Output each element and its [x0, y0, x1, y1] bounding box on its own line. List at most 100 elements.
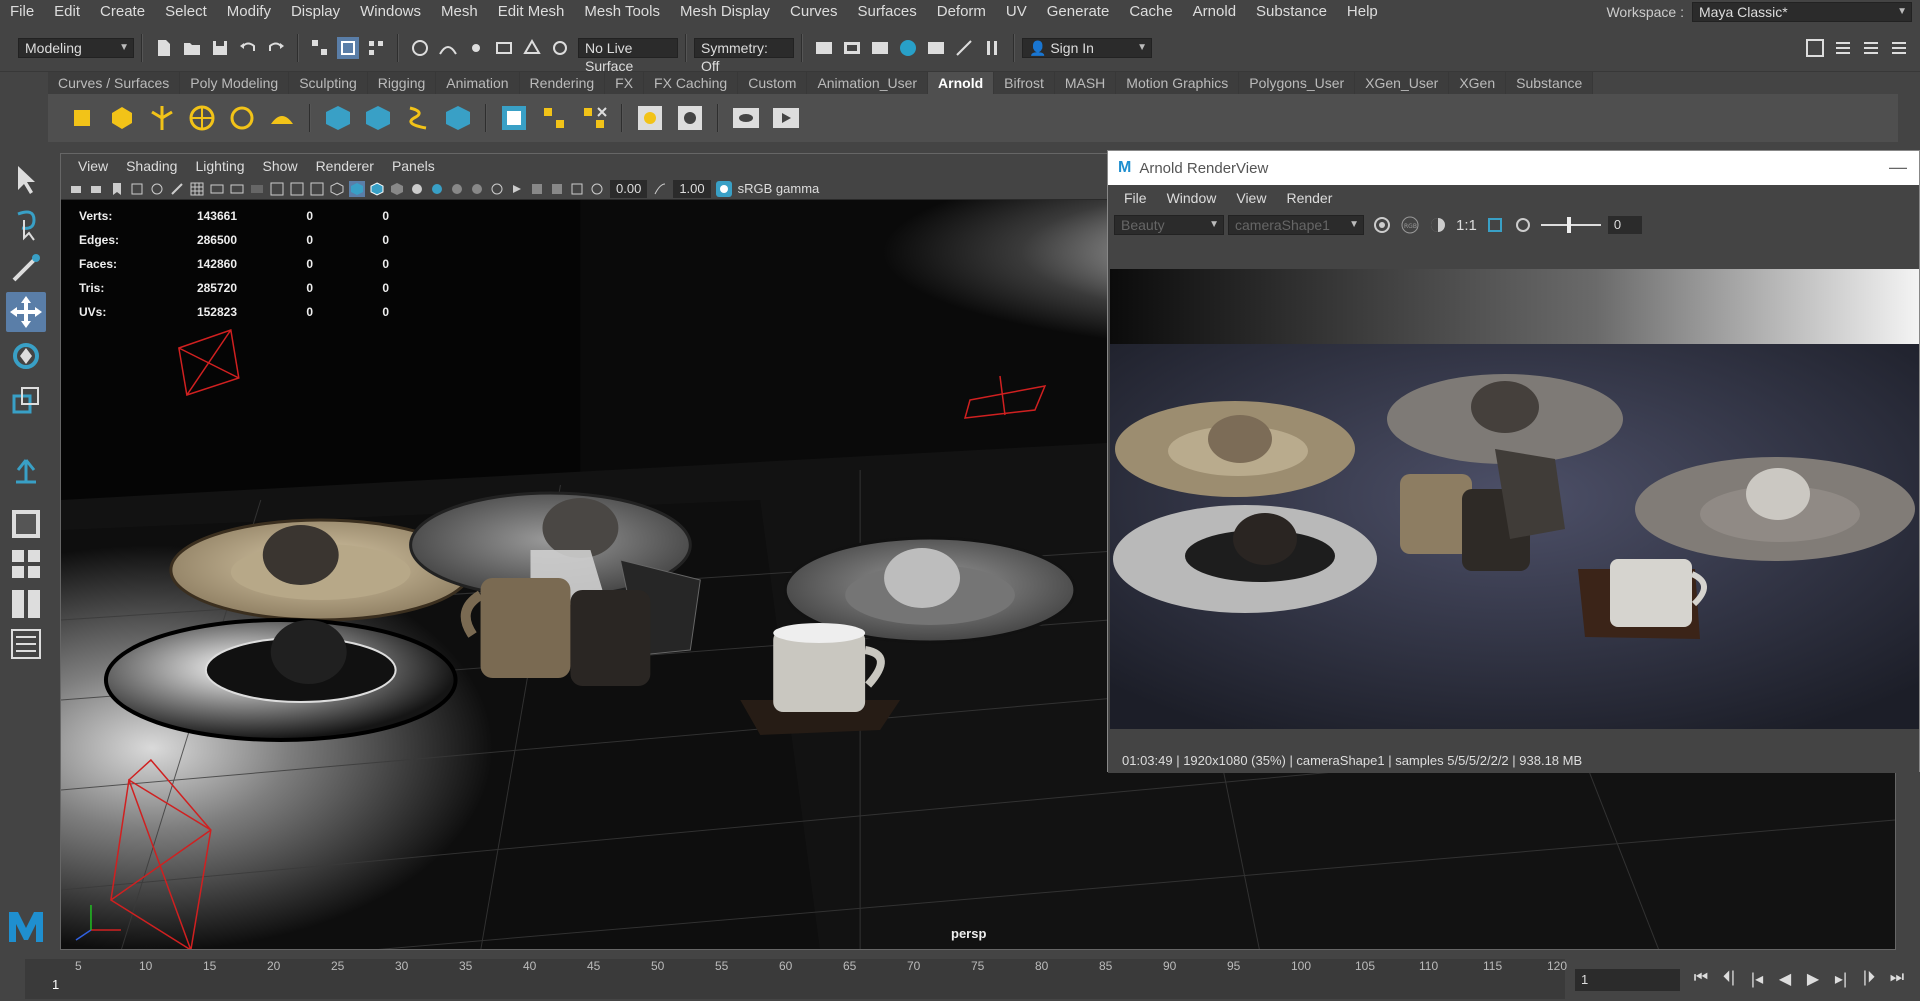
menu-mesh-tools[interactable]: Mesh Tools [574, 0, 670, 24]
texture-manager-icon[interactable] [498, 102, 530, 134]
shelf-tab-mash[interactable]: MASH [1054, 72, 1117, 94]
field-chart-icon[interactable] [269, 181, 285, 197]
shelf-tab-rigging[interactable]: Rigging [367, 72, 437, 94]
gamma-field[interactable]: 1.00 [673, 179, 711, 198]
undo-icon[interactable] [237, 37, 259, 59]
menu-deform[interactable]: Deform [927, 0, 996, 24]
exposure-icon[interactable] [1513, 215, 1533, 235]
menu-display[interactable]: Display [281, 0, 350, 24]
workspace-dropdown[interactable]: Maya Classic* ▼ [1692, 2, 1912, 22]
xray-joints-icon[interactable] [549, 181, 565, 197]
arnold-renderview-icon[interactable] [730, 102, 762, 134]
light-portal-icon[interactable] [226, 102, 258, 134]
rotate-tool-icon[interactable] [6, 336, 46, 376]
film-gate-icon[interactable] [209, 181, 225, 197]
vp-menu-lighting[interactable]: Lighting [186, 158, 253, 174]
time-slider-track[interactable]: 1 5 10 15 20 25 30 35 40 45 50 55 60 65 … [25, 959, 1567, 999]
attribute-editor-icon[interactable] [1832, 37, 1854, 59]
grid-toggle-icon[interactable] [189, 181, 205, 197]
persp-outliner-layout-icon[interactable] [6, 584, 46, 624]
smooth-shade-icon[interactable] [349, 180, 365, 197]
menu-set-dropdown[interactable]: Modeling ▼ [18, 37, 134, 58]
redo-icon[interactable] [265, 37, 287, 59]
move-tool-icon[interactable] [6, 292, 46, 332]
color-management-icon[interactable] [715, 180, 732, 197]
use-all-lights-icon[interactable] [409, 181, 425, 197]
photometric-light-icon[interactable] [146, 102, 178, 134]
menu-create[interactable]: Create [90, 0, 155, 24]
flush-cache-icon[interactable] [578, 102, 610, 134]
textured-icon[interactable] [389, 181, 405, 197]
shelf-tab-curves-surfaces[interactable]: Curves / Surfaces [48, 72, 181, 94]
step-back-frame-icon[interactable]: ⏴| [1718, 969, 1740, 989]
anti-aliasing-icon[interactable] [489, 181, 505, 197]
tx-manager-icon[interactable] [538, 102, 570, 134]
exposure-field[interactable]: 0 [1607, 216, 1642, 234]
xray-components-icon[interactable] [569, 181, 585, 197]
shelf-tab-custom[interactable]: Custom [738, 72, 808, 94]
bookmark-icon[interactable] [109, 181, 125, 197]
menu-mesh-display[interactable]: Mesh Display [670, 0, 780, 24]
renderview-titlebar[interactable]: M Arnold RenderView — [1108, 151, 1919, 185]
render-image[interactable] [1110, 269, 1919, 729]
shadows-icon[interactable] [429, 181, 445, 197]
menu-edit[interactable]: Edit [44, 0, 90, 24]
gamma-icon[interactable] [652, 181, 668, 197]
2d-pan-zoom-icon[interactable] [149, 181, 165, 197]
gate-mask-icon[interactable] [249, 181, 265, 197]
render-sequence-icon[interactable] [770, 102, 802, 134]
vp-menu-renderer[interactable]: Renderer [307, 158, 383, 174]
color-space-label[interactable]: sRGB gamma [738, 181, 820, 196]
grease-pencil-icon[interactable] [169, 181, 185, 197]
rv-menu-file[interactable]: File [1114, 190, 1157, 206]
isolate-select-icon[interactable] [509, 181, 525, 197]
four-view-layout-icon[interactable] [6, 544, 46, 584]
snap-live-icon[interactable] [521, 37, 543, 59]
outliner-icon[interactable] [6, 624, 46, 664]
vp-menu-view[interactable]: View [69, 158, 117, 174]
safe-action-icon[interactable] [289, 181, 305, 197]
last-tool-icon[interactable] [6, 452, 46, 492]
screen-space-ao-icon[interactable] [449, 181, 465, 197]
menu-help[interactable]: Help [1337, 0, 1388, 24]
shelf-tab-fx[interactable]: FX [605, 72, 645, 94]
vp-menu-show[interactable]: Show [254, 158, 307, 174]
go-to-end-icon[interactable]: ⏭ [1886, 969, 1908, 989]
shelf-tab-arnold[interactable]: Arnold [928, 72, 995, 94]
image-plane-icon[interactable] [129, 181, 145, 197]
snap-vertex-icon[interactable] [549, 37, 571, 59]
safe-title-icon[interactable] [309, 181, 325, 197]
mesh-light-icon[interactable] [106, 102, 138, 134]
single-view-layout-icon[interactable] [6, 504, 46, 544]
wireframe-on-shaded-icon[interactable] [369, 181, 385, 197]
rgb-channel-icon[interactable]: RGB [1400, 215, 1420, 235]
new-scene-icon[interactable] [153, 37, 175, 59]
rv-menu-view[interactable]: View [1226, 190, 1276, 206]
play-backwards-icon[interactable]: ◀ [1774, 969, 1796, 989]
paint-select-tool-icon[interactable] [6, 248, 46, 288]
volume-icon[interactable] [402, 102, 434, 134]
menu-uv[interactable]: UV [996, 0, 1037, 24]
minimize-icon[interactable]: — [1889, 157, 1907, 178]
snap-point-icon[interactable] [465, 37, 487, 59]
light-manager-icon[interactable] [634, 102, 666, 134]
vp-menu-panels[interactable]: Panels [383, 158, 444, 174]
menu-mesh[interactable]: Mesh [431, 0, 488, 24]
shelf-tab-xgen[interactable]: XGen [1449, 72, 1507, 94]
motion-blur-icon[interactable] [469, 181, 485, 197]
render-frame-icon[interactable] [813, 37, 835, 59]
exposure-field[interactable]: 0.00 [610, 179, 648, 198]
export-standin-icon[interactable] [362, 102, 394, 134]
menu-curves[interactable]: Curves [780, 0, 848, 24]
aov-dropdown[interactable]: Beauty ▼ [1114, 215, 1224, 235]
play-forwards-icon[interactable]: ▶ [1802, 969, 1824, 989]
exposure-icon[interactable] [589, 181, 605, 197]
render-view-icon[interactable] [925, 37, 947, 59]
step-back-key-icon[interactable]: |◂ [1746, 969, 1768, 989]
snap-grid-icon[interactable] [409, 37, 431, 59]
shelf-tab-rendering[interactable]: Rendering [519, 72, 606, 94]
zoom-ratio[interactable]: 1:1 [1456, 217, 1477, 234]
menu-substance[interactable]: Substance [1246, 0, 1337, 24]
channel-box-icon[interactable] [1888, 37, 1910, 59]
render-settings-icon[interactable] [869, 37, 891, 59]
